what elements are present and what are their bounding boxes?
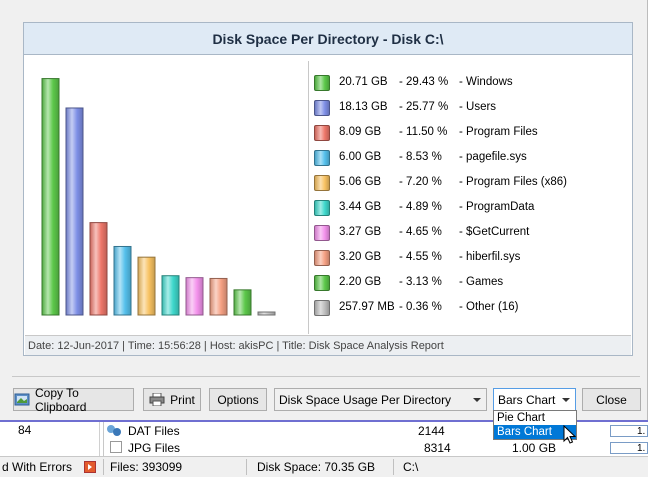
legend-swatch (314, 150, 330, 166)
legend-percent: - 0.36 % (399, 301, 442, 313)
report-dialog: Disk Space Per Directory - Disk C:\ 20.7… (0, 0, 648, 420)
row-name: DAT Files (128, 424, 180, 438)
legend-name: - Games (459, 276, 504, 288)
status-divider (246, 459, 247, 475)
legend-name: - ProgramData (459, 201, 535, 213)
chart-type-select[interactable]: Bars Chart (493, 388, 576, 411)
row-name: JPG Files (128, 441, 181, 455)
options-button[interactable]: Options (209, 388, 267, 411)
legend-swatch (314, 225, 330, 241)
legend-size: 3.27 GB (339, 226, 382, 238)
legend-percent: - 4.89 % (399, 201, 442, 213)
printer-icon (149, 392, 165, 407)
bar-program-files (89, 222, 108, 316)
bar-games (233, 289, 252, 316)
file-icon (110, 441, 122, 453)
legend-percent: - 29.43 % (399, 76, 449, 88)
legend-size: 5.06 GB (339, 176, 382, 188)
row-count: 8314 (424, 441, 451, 455)
status-path: C:\ (403, 460, 419, 474)
legend-name: - pagefile.sys (459, 151, 527, 163)
chart-type-value: Bars Chart (498, 392, 556, 407)
legend-swatch (314, 75, 330, 91)
report-footer: Date: 12-Jun-2017 | Time: 15:56:28 | Hos… (25, 335, 631, 355)
status-bar: d With Errors Files: 393099 Disk Space: … (0, 456, 648, 477)
error-arrow-icon[interactable] (84, 461, 96, 473)
legend-percent: - 4.55 % (399, 251, 442, 263)
report-title: Disk Space Per Directory - Disk C:\ (24, 23, 632, 55)
legend-name: - hiberfil.sys (459, 251, 521, 263)
separator (12, 376, 640, 377)
legend-size: 6.00 GB (339, 151, 382, 163)
status-divider (393, 459, 394, 475)
bar-other-16 (257, 311, 276, 316)
chevron-down-icon (473, 398, 481, 402)
legend-name: - $GetCurrent (459, 226, 530, 238)
legend-name: - Users (459, 101, 497, 113)
status-errors: d With Errors (2, 460, 73, 474)
report-type-select[interactable]: Disk Space Usage Per Directory (274, 388, 487, 411)
row-size: 1.00 GB (512, 441, 557, 455)
chevron-down-icon (562, 398, 570, 402)
report-panel: Disk Space Per Directory - Disk C:\ 20.7… (23, 22, 633, 356)
legend-name: - Other (16) (459, 301, 519, 313)
legend-size: 3.20 GB (339, 251, 382, 263)
copy-to-clipboard-label: Copy To Clipboard (35, 385, 87, 414)
legend-size: 8.09 GB (339, 126, 382, 138)
report-type-value: Disk Space Usage Per Directory (279, 392, 452, 407)
print-label: Print (170, 392, 195, 407)
mouse-cursor-icon (563, 425, 577, 444)
bar-users (65, 107, 84, 316)
legend-size: 20.71 GB (339, 76, 388, 88)
bar-getcurrent (185, 277, 204, 316)
option-pie-chart[interactable]: Pie Chart (494, 411, 576, 425)
row-bar: 1. (610, 442, 648, 454)
bar-windows (41, 78, 60, 316)
status-files: Files: 393099 (110, 460, 183, 474)
legend-swatch (314, 300, 330, 316)
print-button[interactable]: Print (143, 388, 201, 411)
legend-swatch (314, 200, 330, 216)
legend-percent: - 25.77 % (399, 101, 449, 113)
bar-hiberfil-sys (209, 277, 228, 316)
legend-percent: - 4.65 % (399, 226, 442, 238)
copy-to-clipboard-button[interactable]: Copy To Clipboard (13, 385, 134, 414)
legend-swatch (314, 250, 330, 266)
legend-name: - Program Files (x86) (459, 176, 567, 188)
legend-swatch (314, 125, 330, 141)
legend-name: - Program Files (459, 126, 538, 138)
status-divider (103, 459, 104, 475)
legend-name: - Windows (459, 76, 513, 88)
underlying-left-pane: 84 (0, 422, 100, 458)
close-button[interactable]: Close (582, 388, 641, 411)
bar-chart-svg (41, 78, 276, 316)
tree-line (103, 422, 104, 458)
bar-pagefile-sys (113, 245, 132, 316)
bar-programdata (161, 275, 180, 316)
clipboard-icon (14, 393, 30, 406)
legend-percent: - 8.53 % (399, 151, 442, 163)
legend-size: 257.97 MB (339, 301, 395, 313)
legend-percent: - 3.13 % (399, 276, 442, 288)
close-label: Close (596, 392, 627, 407)
legend-percent: - 7.20 % (399, 176, 442, 188)
legend-swatch (314, 175, 330, 191)
legend-size: 2.20 GB (339, 276, 382, 288)
legend-size: 3.44 GB (339, 201, 382, 213)
left-pane-value: 84 (18, 423, 32, 437)
legend-size: 18.13 GB (339, 101, 388, 113)
bar-program-files-x86 (137, 256, 156, 316)
row-bar: 1. (610, 425, 648, 437)
legend-swatch (314, 100, 330, 116)
status-disk-space: Disk Space: 70.35 GB (257, 460, 376, 474)
bar-chart (31, 61, 309, 334)
legend-percent: - 11.50 % (399, 126, 448, 138)
dat-file-icon (106, 424, 122, 438)
legend-swatch (314, 275, 330, 291)
options-label: Options (217, 392, 259, 407)
row-count: 2144 (418, 424, 445, 438)
